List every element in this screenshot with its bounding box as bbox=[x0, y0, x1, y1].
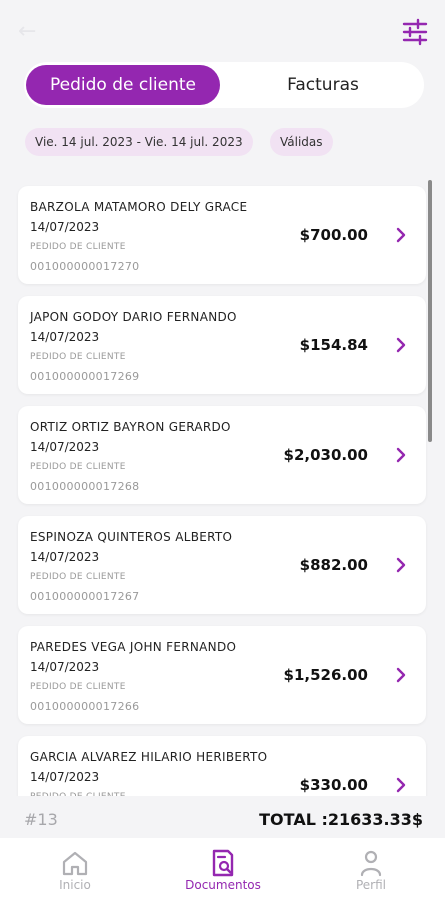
document-number: 001000000017270 bbox=[30, 260, 140, 273]
summary-bar: #13 TOTAL :21633.33$ bbox=[0, 798, 445, 838]
document-number: 001000000017269 bbox=[30, 370, 140, 383]
customer-name: GARCIA ALVAREZ HILARIO HERIBERTO bbox=[30, 750, 268, 764]
order-amount: $2,030.00 bbox=[283, 446, 368, 464]
order-amount: $330.00 bbox=[299, 776, 368, 794]
order-amount: $700.00 bbox=[299, 226, 368, 244]
top-bar: ← bbox=[0, 0, 445, 62]
order-date: 14/07/2023 bbox=[30, 440, 100, 454]
bottom-navigation: Inicio Documentos Perfil bbox=[0, 838, 445, 900]
date-range-filter-chip[interactable]: Vie. 14 jul. 2023 - Vie. 14 jul. 2023 bbox=[25, 128, 253, 156]
nav-label: Inicio bbox=[59, 878, 91, 892]
document-type: PEDIDO DE CLIENTE bbox=[30, 242, 126, 252]
tab-facturas[interactable]: Facturas bbox=[228, 65, 418, 105]
order-card[interactable]: PAREDES VEGA JOHN FERNANDO 14/07/2023 PE… bbox=[18, 626, 426, 724]
nav-item-documentos[interactable]: Documentos bbox=[158, 838, 288, 900]
order-amount: $154.84 bbox=[299, 336, 368, 354]
nav-item-inicio[interactable]: Inicio bbox=[10, 838, 140, 900]
document-search-icon bbox=[212, 849, 234, 877]
order-card[interactable]: ORTIZ ORTIZ BAYRON GERARDO 14/07/2023 PE… bbox=[18, 406, 426, 504]
chevron-right-icon[interactable] bbox=[394, 226, 408, 244]
back-arrow-icon[interactable]: ← bbox=[18, 20, 46, 44]
document-type: PEDIDO DE CLIENTE bbox=[30, 352, 126, 362]
order-card[interactable]: BARZOLA MATAMORO DELY GRACE 14/07/2023 P… bbox=[18, 186, 426, 284]
list-scrollbar[interactable] bbox=[428, 180, 432, 442]
order-date: 14/07/2023 bbox=[30, 220, 100, 234]
total-amount: TOTAL :21633.33$ bbox=[259, 810, 423, 829]
tab-pedido-de-cliente[interactable]: Pedido de cliente bbox=[26, 65, 220, 105]
chevron-right-icon[interactable] bbox=[394, 666, 408, 684]
sliders-icon[interactable] bbox=[401, 18, 429, 46]
chevron-right-icon[interactable] bbox=[394, 556, 408, 574]
order-date: 14/07/2023 bbox=[30, 550, 100, 564]
document-number: 001000000017268 bbox=[30, 480, 140, 493]
status-filter-chip[interactable]: Válidas bbox=[270, 128, 333, 156]
orders-list[interactable]: BARZOLA MATAMORO DELY GRACE 14/07/2023 P… bbox=[0, 176, 445, 796]
home-icon bbox=[62, 851, 88, 876]
nav-label: Perfil bbox=[355, 878, 387, 892]
order-card[interactable]: ESPINOZA QUINTEROS ALBERTO 14/07/2023 PE… bbox=[18, 516, 426, 614]
user-icon bbox=[360, 850, 382, 877]
document-type: PEDIDO DE CLIENTE bbox=[30, 792, 126, 796]
document-type-switch: Pedido de cliente Facturas bbox=[24, 62, 424, 108]
customer-name: BARZOLA MATAMORO DELY GRACE bbox=[30, 200, 248, 214]
document-type: PEDIDO DE CLIENTE bbox=[30, 572, 126, 582]
order-amount: $882.00 bbox=[299, 556, 368, 574]
document-number: 001000000017267 bbox=[30, 590, 140, 603]
order-card[interactable]: GARCIA ALVAREZ HILARIO HERIBERTO 14/07/2… bbox=[18, 736, 426, 796]
chevron-right-icon[interactable] bbox=[394, 446, 408, 464]
document-number: 001000000017266 bbox=[30, 700, 140, 713]
chevron-right-icon[interactable] bbox=[394, 336, 408, 354]
order-date: 14/07/2023 bbox=[30, 770, 100, 784]
customer-name: ORTIZ ORTIZ BAYRON GERARDO bbox=[30, 420, 231, 434]
document-type: PEDIDO DE CLIENTE bbox=[30, 682, 126, 692]
chevron-right-icon[interactable] bbox=[394, 776, 408, 794]
document-count: #13 bbox=[24, 810, 58, 829]
order-amount: $1,526.00 bbox=[283, 666, 368, 684]
order-date: 14/07/2023 bbox=[30, 330, 100, 344]
customer-name: PAREDES VEGA JOHN FERNANDO bbox=[30, 640, 237, 654]
document-type: PEDIDO DE CLIENTE bbox=[30, 462, 126, 472]
nav-label: Documentos bbox=[185, 878, 261, 892]
customer-name: ESPINOZA QUINTEROS ALBERTO bbox=[30, 530, 233, 544]
customer-name: JAPON GODOY DARIO FERNANDO bbox=[30, 310, 237, 324]
order-date: 14/07/2023 bbox=[30, 660, 100, 674]
order-card[interactable]: JAPON GODOY DARIO FERNANDO 14/07/2023 PE… bbox=[18, 296, 426, 394]
nav-item-perfil[interactable]: Perfil bbox=[306, 838, 436, 900]
